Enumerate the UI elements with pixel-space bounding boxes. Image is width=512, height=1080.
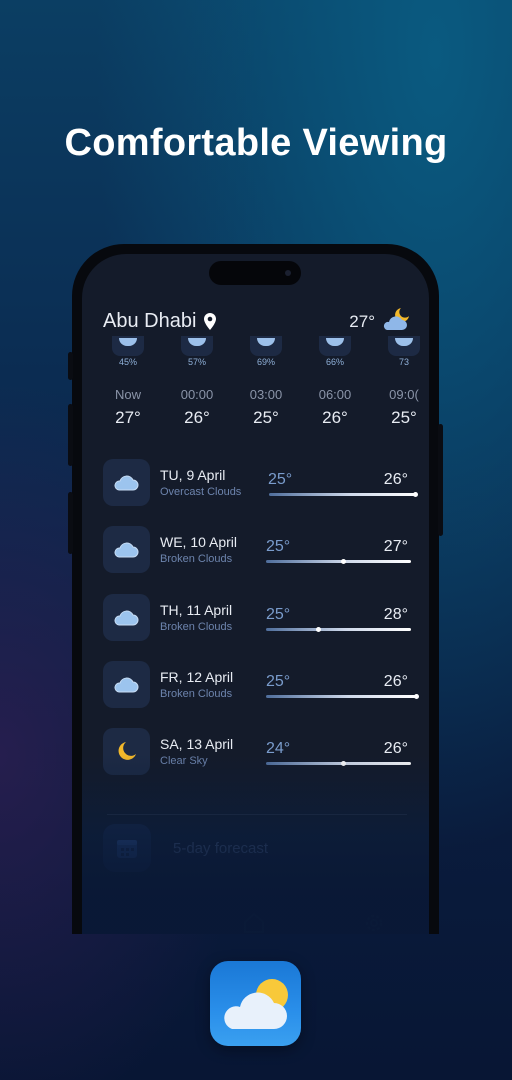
current-temp-marker — [413, 491, 418, 497]
side-button — [68, 352, 73, 380]
power-button — [438, 424, 443, 536]
cloud-icon — [114, 475, 139, 491]
settings-icon[interactable] — [362, 911, 386, 934]
weather-tile — [103, 661, 150, 708]
weather-tile — [103, 526, 150, 573]
day-description: Broken Clouds — [160, 553, 233, 565]
current-temp-marker — [316, 626, 321, 632]
day-description: Broken Clouds — [160, 688, 233, 700]
cloud-icon — [114, 677, 139, 693]
low-temp: 25° — [266, 538, 291, 555]
temperature-range-bar — [266, 626, 411, 632]
hour-temp: 27° — [115, 408, 141, 427]
hour-time: 09:0( — [389, 387, 419, 402]
hour-temp: 26° — [184, 408, 210, 427]
low-temp: 25° — [266, 606, 291, 623]
high-temp: 27° — [383, 538, 408, 555]
weather-tile — [103, 728, 150, 775]
hour-time: 00:00 — [180, 387, 214, 402]
cloud-icon — [114, 610, 139, 626]
five-day-forecast-label: 5-day forecast — [173, 840, 269, 857]
current-temp-marker — [414, 693, 419, 699]
hourly-item: 73 09:0( 25° — [376, 336, 429, 428]
low-temp: 25° — [266, 673, 291, 690]
home-icon[interactable] — [242, 911, 266, 934]
hourly-item: 45% Now 27° — [100, 336, 156, 428]
high-temp: 26° — [383, 740, 408, 757]
hour-time: 06:00 — [318, 387, 352, 402]
high-temp: 28° — [383, 606, 408, 623]
precipitation-percent: 69% — [256, 357, 275, 367]
hour-temp: 26° — [322, 408, 348, 427]
temperature-range-bar — [266, 558, 411, 564]
cloud-icon — [250, 336, 282, 356]
cloud-icon — [112, 336, 144, 356]
phone-frame: Abu Dhabi 27° 45% Now 27° 57% 00:00 26° 69% 03:… — [68, 244, 443, 934]
precipitation-percent: 66% — [325, 357, 344, 367]
day-date: TU, 9 April — [160, 467, 226, 483]
weather-tile — [103, 594, 150, 641]
temperature-range-bar — [266, 760, 411, 766]
day-description: Clear Sky — [160, 755, 208, 767]
hourly-item: 66% 06:00 26° — [307, 336, 363, 428]
location[interactable]: Abu Dhabi — [103, 310, 217, 333]
high-temp: 26° — [383, 673, 408, 690]
weather-tile — [103, 459, 150, 506]
cloud-icon — [114, 542, 139, 558]
volume-up-button — [68, 404, 73, 466]
current-temp-marker — [341, 760, 346, 766]
cloud-icon — [388, 336, 420, 356]
temperature-range-bar — [269, 491, 418, 497]
hour-time: 03:00 — [249, 387, 283, 402]
daily-forecast-row[interactable]: TH, 11 April Broken Clouds 25° 28° — [103, 594, 411, 644]
app-icon — [210, 961, 301, 1046]
partly-cloudy-night-icon — [383, 308, 409, 330]
high-temp: 26° — [383, 471, 408, 488]
hourly-item: 69% 03:00 25° — [238, 336, 294, 428]
temperature-range-bar — [266, 693, 419, 699]
day-date: FR, 12 April — [160, 669, 234, 685]
daily-forecast-row[interactable]: TU, 9 April Overcast Clouds 25° 26° — [103, 459, 418, 509]
day-description: Broken Clouds — [160, 621, 233, 633]
dynamic-island — [209, 261, 301, 285]
volume-down-button — [68, 492, 73, 554]
hourly-item: 57% 00:00 26° — [169, 336, 225, 428]
hour-temp: 25° — [391, 408, 417, 427]
cloud-icon — [319, 336, 351, 356]
daily-forecast-row[interactable]: WE, 10 April Broken Clouds 25° 27° — [103, 526, 411, 576]
location-pin-icon — [204, 313, 217, 330]
cloud-icon — [181, 336, 213, 356]
day-date: TH, 11 April — [160, 602, 233, 618]
five-day-forecast-button[interactable]: 5-day forecast — [103, 824, 408, 879]
divider — [107, 814, 407, 815]
precipitation-percent: 45% — [118, 357, 137, 367]
hour-time: Now — [114, 387, 141, 402]
moon-icon — [118, 742, 136, 760]
sun-cloud-icon — [224, 979, 288, 1029]
day-date: SA, 13 April — [160, 736, 234, 752]
low-temp: 25° — [268, 471, 293, 488]
precipitation-percent: 73 — [398, 357, 409, 367]
low-temp: 24° — [266, 740, 291, 757]
precipitation-percent: 57% — [187, 357, 206, 367]
day-description: Overcast Clouds — [160, 486, 242, 498]
current-temperature: 27° — [349, 312, 375, 331]
city-name: Abu Dhabi — [103, 310, 197, 332]
calendar-icon — [117, 840, 137, 858]
day-date: WE, 10 April — [160, 534, 238, 550]
app-screen: Abu Dhabi 27° 45% Now 27° 57% 00:00 26° 69% 03:… — [82, 254, 429, 934]
current-temp-marker — [341, 558, 346, 564]
daily-forecast-row[interactable]: FR, 12 April Broken Clouds 25° 26° — [103, 661, 419, 711]
hour-temp: 25° — [253, 408, 279, 427]
daily-forecast-row[interactable]: SA, 13 April Clear Sky 24° 26° — [103, 728, 411, 778]
headline: Comfortable Viewing — [64, 122, 448, 164]
